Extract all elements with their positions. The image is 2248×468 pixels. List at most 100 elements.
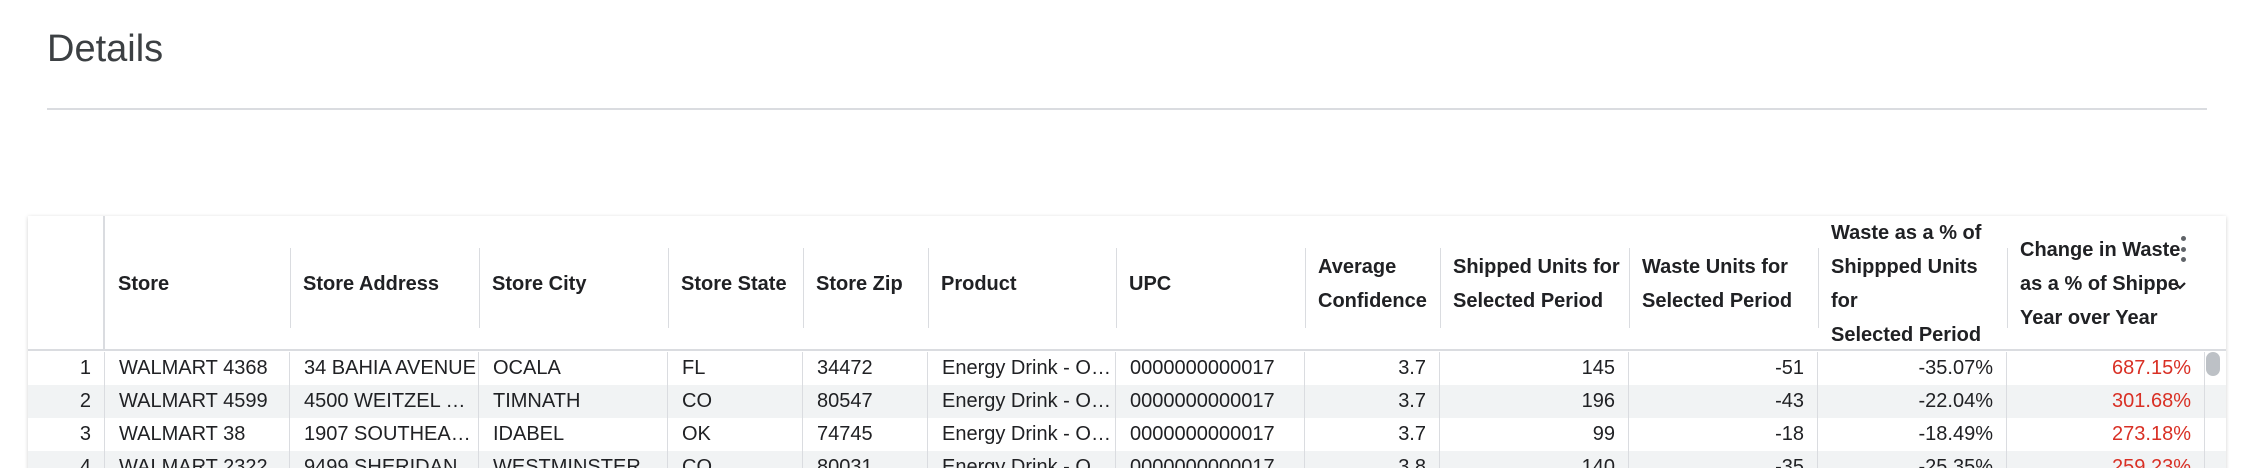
cell-avg-conf: 3.7	[1305, 418, 1440, 451]
cell-text: OK	[682, 423, 711, 445]
cell-text: CO	[682, 456, 712, 468]
cell-text: 99	[1592, 423, 1615, 445]
cell-product: Energy Drink - Ori…	[928, 385, 1116, 418]
table-row[interactable]: 1 WALMART 4368 34 BAHIA AVENUE OCALA FL 34472…	[28, 352, 2226, 385]
cell-state: FL	[668, 352, 803, 385]
column-header-waste-pct[interactable]: Waste as a % of Shippped Units for Selec…	[1818, 216, 2007, 351]
cell-text: TIMNATH	[493, 390, 581, 412]
cell-text: -43	[1775, 390, 1804, 412]
column-header-label: Store	[118, 272, 170, 295]
column-header-divider[interactable]	[479, 248, 480, 328]
cell-avg-conf: 3.7	[1305, 352, 1440, 385]
column-header-divider[interactable]	[668, 248, 669, 328]
column-header-divider[interactable]	[1440, 248, 1441, 328]
cell-text: -25.35%	[1918, 456, 1994, 468]
page-title: Details	[47, 28, 164, 70]
cell-city: OCALA	[479, 352, 668, 385]
column-header-divider[interactable]	[1116, 248, 1117, 328]
table-row[interactable]: 3 WALMART 38 1907 SOUTHEAS… IDABEL OK 74745 En…	[28, 418, 2226, 451]
table-row[interactable]: 2 WALMART 4599 4500 WEITZEL S… TIMNATH CO 805…	[28, 385, 2226, 418]
column-header-label: Store Address	[303, 272, 439, 295]
cell-index: 3	[28, 418, 105, 451]
cell-text: 1	[79, 357, 91, 379]
cell-city: TIMNATH	[479, 385, 668, 418]
cell-text: WALMART 38	[119, 423, 246, 445]
column-header-shipped[interactable]: Shipped Units for Selected Period	[1440, 216, 1629, 351]
column-header-waste[interactable]: Waste Units for Selected Period	[1629, 216, 1818, 351]
column-header-label: Store City	[492, 272, 587, 295]
cell-store: WALMART 4368	[105, 352, 290, 385]
cell-text: 259.23%	[2112, 456, 2191, 468]
column-header-avg-conf[interactable]: Average Confidence	[1305, 216, 1440, 351]
cell-text: 3	[79, 423, 91, 445]
cell-change: 687.15%	[2007, 352, 2205, 385]
cell-text: -35.07%	[1918, 357, 1994, 379]
cell-shipped: 196	[1440, 385, 1629, 418]
column-header-label: UPC	[1129, 272, 1172, 295]
cell-text: 196	[1581, 390, 1615, 412]
cell-shipped: 145	[1440, 352, 1629, 385]
column-header-product[interactable]: Product	[928, 216, 1116, 351]
cell-text: 74745	[817, 423, 873, 445]
cell-text: WESTMINSTER	[493, 456, 641, 468]
cell-text: -18	[1775, 423, 1804, 445]
column-header-divider[interactable]	[1629, 248, 1630, 328]
cell-waste-pct: -35.07%	[1818, 352, 2007, 385]
cell-text: 3.7	[1398, 390, 1426, 412]
column-header-state[interactable]: Store State	[668, 216, 803, 351]
cell-text: 0000000000017	[1130, 423, 1275, 445]
cell-text: Energy Drink - Ori…	[942, 390, 1115, 412]
cell-text: 0000000000017	[1130, 357, 1275, 379]
cell-waste: -18	[1629, 418, 1818, 451]
column-header-zip[interactable]: Store Zip	[803, 216, 928, 351]
table-row[interactable]: 4 WALMART 2322 9499 SHERIDAN… WESTMINSTER CO…	[28, 451, 2226, 468]
cell-text: 140	[1581, 456, 1615, 468]
cell-shipped: 99	[1440, 418, 1629, 451]
column-header-label: Waste as a % of Shippped Units for Selec…	[1831, 221, 1982, 346]
cell-text: Energy Drink - Ori…	[942, 357, 1115, 379]
column-header-divider[interactable]	[2007, 248, 2008, 328]
cell-address: 34 BAHIA AVENUE	[290, 352, 479, 385]
cell-text: FL	[682, 357, 706, 379]
cell-text: 80547	[817, 390, 873, 412]
column-header-city[interactable]: Store City	[479, 216, 668, 351]
details-table: Store Store Address Store City Store State S…	[28, 216, 2226, 468]
cell-index: 4	[28, 451, 105, 468]
chevron-down-icon[interactable]	[2170, 276, 2190, 296]
cell-product: Energy Drink - Ori…	[928, 352, 1116, 385]
column-header-label: Store State	[681, 272, 787, 295]
column-header-divider[interactable]	[1305, 248, 1306, 328]
cell-text: 34 BAHIA AVENUE	[304, 357, 476, 379]
cell-state: CO	[668, 385, 803, 418]
column-header-divider[interactable]	[1818, 248, 1819, 328]
cell-text: 34472	[817, 357, 873, 379]
more-vert-icon[interactable]	[2176, 236, 2190, 262]
cell-store: WALMART 38	[105, 418, 290, 451]
cell-text: 145	[1581, 357, 1615, 379]
cell-text: 4500 WEITZEL S…	[304, 390, 478, 412]
cell-product: Energy Drink - Ori…	[928, 418, 1116, 451]
cell-address: 4500 WEITZEL S…	[290, 385, 479, 418]
cell-change: 259.23%	[2007, 451, 2205, 468]
cell-text: WALMART 4368	[119, 357, 268, 379]
column-header-divider[interactable]	[803, 248, 804, 328]
column-header-address[interactable]: Store Address	[290, 216, 479, 351]
cell-address: 1907 SOUTHEAS…	[290, 418, 479, 451]
cell-text: -35	[1775, 456, 1804, 468]
cell-shipped: 140	[1440, 451, 1629, 468]
cell-text: 9499 SHERIDAN…	[304, 456, 478, 468]
column-header-label: Average Confidence	[1318, 255, 1427, 312]
column-header-upc[interactable]: UPC	[1116, 216, 1305, 351]
cell-zip: 74745	[803, 418, 928, 451]
cell-waste: -51	[1629, 352, 1818, 385]
column-header-divider[interactable]	[290, 248, 291, 328]
cell-avg-conf: 3.8	[1305, 451, 1440, 468]
cell-waste: -35	[1629, 451, 1818, 468]
vertical-scrollbar[interactable]	[2206, 352, 2220, 376]
column-header-label: Product	[941, 272, 1017, 295]
column-header-label: Shipped Units for Selected Period	[1453, 255, 1620, 312]
cell-text: 273.18%	[2112, 423, 2191, 445]
column-header-store[interactable]: Store	[105, 216, 290, 351]
column-header-divider[interactable]	[928, 248, 929, 328]
cell-text: 0000000000017	[1130, 390, 1275, 412]
